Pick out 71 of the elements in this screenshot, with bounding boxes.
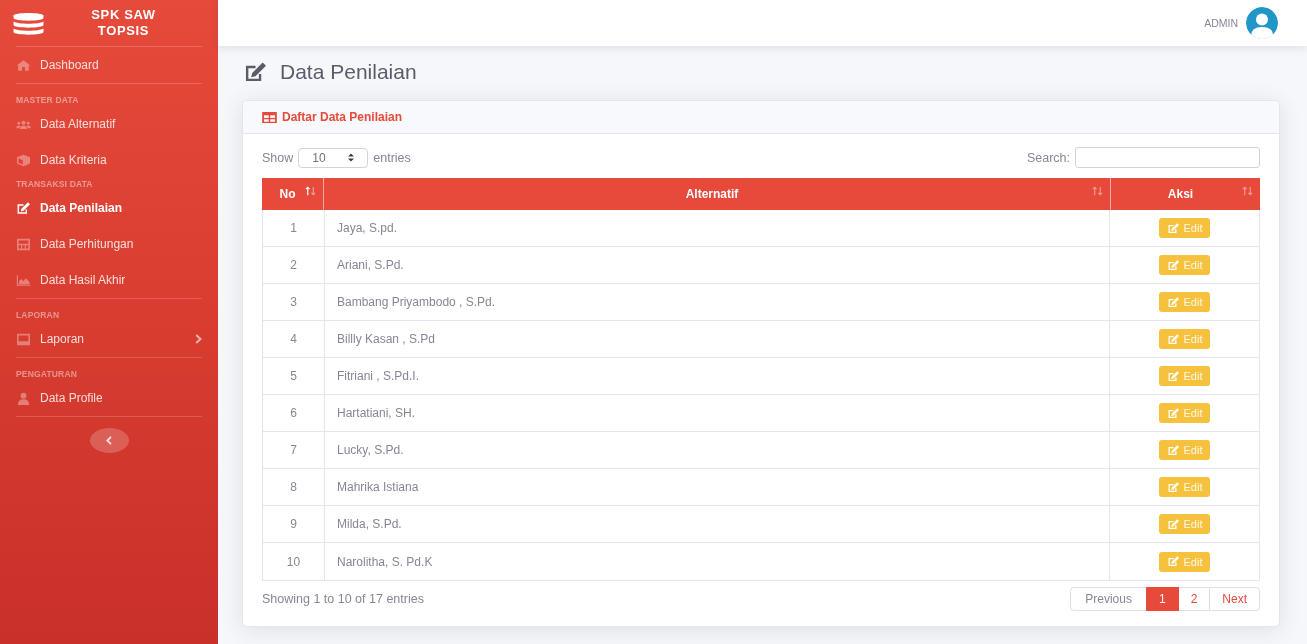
table-cell: Jaya, S.pd. [325,210,1110,246]
pagination-button[interactable]: Next [1209,587,1260,611]
sidebar-toggle-button[interactable] [89,428,129,453]
nav-link[interactable]: Data Penilaian [0,190,218,226]
edit-icon [1166,481,1180,493]
table-cell: Bambang Priyambodo , S.Pd. [325,284,1110,320]
nav-link[interactable]: Dashboard [0,47,218,83]
table-cell: 2 [263,247,325,283]
avatar-icon [1246,7,1278,39]
caret-icon [348,153,355,162]
calculator-icon [16,237,31,251]
nav-link[interactable]: Data Alternatif [0,106,218,142]
box-icon [16,153,31,167]
nav-link[interactable]: Laporan [0,321,218,357]
table-cell: Fitriani , S.Pd.I. [325,358,1110,394]
table-cell: 6 [263,395,325,431]
edit-icon [1166,296,1180,308]
edit-icon [16,201,31,215]
table-cell: 10 [263,543,325,580]
edit-icon [1166,407,1180,419]
table-cell: Lucky, S.Pd. [325,432,1110,468]
edit-icon [1166,556,1180,567]
user-name[interactable]: ADMIN [1204,17,1238,29]
table-cell: Narolitha, S. Pd.K [325,543,1110,580]
edit-icon [1166,518,1180,530]
table-info: Showing 1 to 10 of 17 entries [262,592,424,606]
entries-label: entries [373,150,411,165]
page-title: Data Penilaian [280,60,417,84]
user-icon [16,391,31,405]
search-label: Search: [1026,150,1070,165]
search-field[interactable] [1075,147,1260,168]
section-heading: TRANSAKSI DATA [15,178,94,190]
section-heading: LAPORAN [15,309,61,321]
table-cell: 3 [263,284,325,320]
show-label: Show [262,150,294,165]
column-header[interactable]: Aksi [1111,178,1260,210]
table-cell: 4 [263,321,325,357]
table-cell: Billly Kasan , S.Pd [325,321,1110,357]
nav-link[interactable]: Data Hasil Akhir [0,262,218,298]
nav-link[interactable]: Data Profile [0,380,218,416]
table-icon [262,111,277,123]
chevron-left-icon [106,436,112,445]
edit-icon [1166,222,1180,234]
home-icon [16,58,31,72]
table-cell: Milda, S.Pd. [325,506,1110,542]
edit-icon [1166,259,1180,271]
section-heading: MASTER DATA [15,94,80,106]
chevron-right-icon [195,334,202,344]
document-icon [16,332,31,346]
table-cell: 8 [263,469,325,505]
edit-icon [1166,370,1180,382]
table-cell: Ariani, S.Pd. [325,247,1110,283]
table-cell: Mahrika Istiana [325,469,1110,505]
table-cell: 5 [263,358,325,394]
nav-link[interactable]: Data Kriteria [0,142,218,178]
column-header[interactable]: Alternatif [324,178,1111,210]
edit-icon [1166,444,1180,456]
brand-name: SPK SAW TOPSIS [90,7,157,39]
database-icon [12,10,45,36]
nav-link[interactable]: Data Perhitungan [0,226,218,262]
table-cell: Hartatiani, SH. [325,395,1110,431]
pagination-button[interactable]: 1 [1145,587,1179,611]
column-header[interactable]: No [262,178,324,210]
entries-select[interactable]: 10 [298,147,369,168]
table-cell: 9 [263,506,325,542]
edit-icon [1166,333,1180,345]
card-title: Daftar Data Penilaian [282,110,403,124]
table-cell: 7 [263,432,325,468]
area-chart-icon [16,273,31,287]
section-heading: PENGATURAN [15,368,79,380]
table-cell: 1 [263,210,325,246]
